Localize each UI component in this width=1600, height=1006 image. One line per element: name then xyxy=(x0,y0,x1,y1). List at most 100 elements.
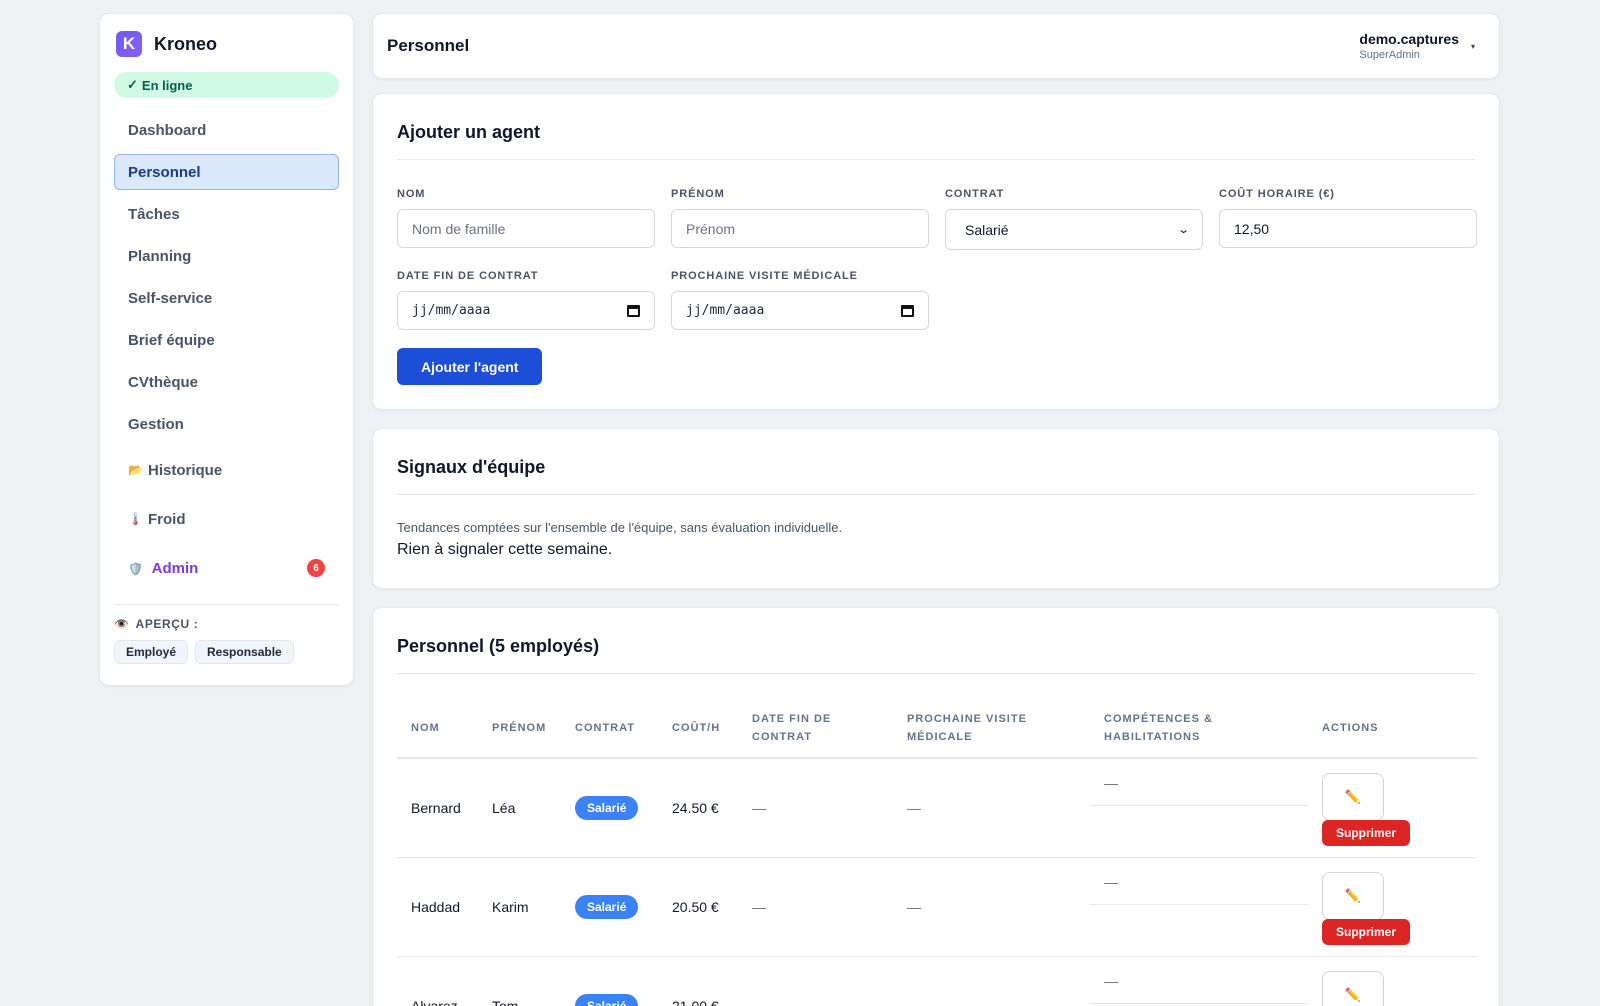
staff-list-card: Personnel (5 employés) NOM PRÉNOM CONTRA… xyxy=(372,607,1500,1006)
card-divider xyxy=(397,159,1475,160)
table-row: Bernard Léa Salarié 24.50 € — — — ✏️ Sup… xyxy=(397,758,1477,858)
cout-label: COÛT HORAIRE (€) xyxy=(1219,188,1335,200)
sidebar-item-gestion[interactable]: Gestion xyxy=(114,406,339,442)
online-status-badge: ✓ En ligne xyxy=(114,72,339,98)
sidebar-item-froid[interactable]: 🌡️ Froid xyxy=(114,497,339,541)
user-role: SuperAdmin xyxy=(1359,49,1420,61)
delete-button[interactable]: Supprimer xyxy=(1322,820,1411,846)
sidebar-item-self-service[interactable]: Self-service xyxy=(114,280,339,316)
cell-actions: ✏️ Supprimer xyxy=(1308,956,1477,1006)
sidebar-nav: Dashboard Personnel Tâches Planning Self… xyxy=(114,112,339,590)
add-agent-title: Ajouter un agent xyxy=(397,122,540,142)
check-icon: ✓ xyxy=(127,77,138,92)
edit-button[interactable]: ✏️ xyxy=(1322,773,1384,821)
cell-date-fin: — xyxy=(738,758,893,858)
thermometer-icon: 🌡️ xyxy=(128,512,143,526)
page-title: Personnel xyxy=(387,36,470,55)
sidebar: K Kroneo ✓ En ligne Dashboard Personnel … xyxy=(99,13,354,686)
row-divider xyxy=(1090,805,1308,806)
brand[interactable]: K Kroneo xyxy=(116,30,339,58)
cell-competences: — xyxy=(1090,956,1308,1006)
cell-date-fin: — xyxy=(738,956,893,1006)
cell-visite: — xyxy=(893,857,1090,957)
sidebar-item-dashboard[interactable]: Dashboard xyxy=(114,112,339,148)
row-divider xyxy=(1090,1002,1308,1004)
preview-title-label: APERÇU : xyxy=(135,617,199,631)
preview-employe-button[interactable]: Employé xyxy=(114,640,189,664)
add-agent-button[interactable]: Ajouter l'agent xyxy=(397,348,543,385)
prenom-input[interactable]: Prénom xyxy=(671,209,929,248)
cell-visite: — xyxy=(893,956,1090,1006)
sidebar-item-label: Gestion xyxy=(128,415,184,433)
delete-button[interactable]: Supprimer xyxy=(1322,918,1411,945)
sidebar-item-historique[interactable]: 📂 Historique xyxy=(114,448,339,492)
contrat-select[interactable]: Salarié ⌄ xyxy=(945,209,1203,250)
sidebar-item-taches[interactable]: Tâches xyxy=(114,196,339,232)
card-divider xyxy=(397,494,1475,495)
sidebar-item-label: Personnel xyxy=(128,163,201,181)
cell-nom: Alvarez xyxy=(397,956,478,1006)
cell-contrat: Salarié xyxy=(561,956,658,1006)
column-header[interactable]: PRÉNOM xyxy=(478,698,561,759)
team-signals-text: Rien à signaler cette semaine. xyxy=(397,541,613,558)
edit-button[interactable]: ✏️ xyxy=(1322,871,1384,920)
cell-nom: Bernard xyxy=(397,758,478,858)
cell-competences: — xyxy=(1090,857,1308,957)
user-menu[interactable]: demo.captures SuperAdmin ▾ xyxy=(1359,31,1475,61)
card-divider xyxy=(397,673,1475,674)
visite-placeholder: jj/mm/aaaa xyxy=(686,303,765,318)
edit-button[interactable]: ✏️ xyxy=(1322,970,1384,1006)
preview-responsable-button[interactable]: Responsable xyxy=(195,640,294,664)
table-header-row: NOM PRÉNOM CONTRAT COÛT/H DATE FIN DE CO… xyxy=(397,698,1477,759)
cell-actions: ✏️ Supprimer xyxy=(1308,758,1477,858)
online-status-label: En ligne xyxy=(141,77,193,93)
top-bar: Personnel demo.captures SuperAdmin ▾ xyxy=(372,13,1500,79)
contrat-label: CONTRAT xyxy=(945,188,1005,200)
pencil-icon: ✏️ xyxy=(1344,986,1362,1002)
cout-field-group: COÛT HORAIRE (€) 12,50 xyxy=(1219,188,1477,248)
chevron-down-icon: ⌄ xyxy=(1176,224,1190,236)
date-fin-input[interactable]: jj/mm/aaaa xyxy=(397,291,655,330)
cell-prenom: Tom xyxy=(478,956,561,1006)
column-header[interactable]: CONTRAT xyxy=(561,698,658,759)
pencil-icon: ✏️ xyxy=(1344,789,1362,804)
shield-icon: 🛡️ xyxy=(128,561,143,576)
cout-horaire-input[interactable]: 12,50 xyxy=(1219,209,1477,248)
competences-value: — xyxy=(1104,873,1118,890)
cell-cout: 21.00 € xyxy=(658,956,738,1006)
column-header[interactable]: COMPÉTENCES & HABILITATIONS xyxy=(1090,698,1308,759)
sidebar-item-label: Planning xyxy=(128,247,192,265)
table-row: Alvarez Tom Salarié 21.00 € — — — ✏️ Sup… xyxy=(397,956,1477,1006)
column-header[interactable]: COÛT/H xyxy=(658,698,738,759)
visite-medicale-input[interactable]: jj/mm/aaaa xyxy=(671,291,929,330)
row-divider xyxy=(1090,903,1308,905)
calendar-icon[interactable] xyxy=(627,304,640,317)
competences-value: — xyxy=(1104,775,1118,791)
cell-competences: — xyxy=(1090,758,1308,858)
staff-table: NOM PRÉNOM CONTRAT COÛT/H DATE FIN DE CO… xyxy=(397,698,1477,1006)
sidebar-item-planning[interactable]: Planning xyxy=(114,238,339,274)
sidebar-item-admin[interactable]: 🛡️ Admin 6 xyxy=(114,546,339,590)
sidebar-item-brief-equipe[interactable]: Brief équipe xyxy=(114,322,339,358)
visite-label: PROCHAINE VISITE MÉDICALE xyxy=(671,270,858,282)
cell-date-fin: — xyxy=(738,857,893,957)
sidebar-item-label: Tâches xyxy=(128,205,180,223)
column-header[interactable]: NOM xyxy=(397,698,478,759)
contrat-select-value: Salarié xyxy=(965,221,1009,238)
sidebar-item-label: Admin xyxy=(151,559,199,577)
cell-nom: Haddad xyxy=(397,857,478,957)
team-signals-title: Signaux d'équipe xyxy=(397,457,546,477)
user-name: demo.captures xyxy=(1359,31,1459,47)
nom-input[interactable]: Nom de famille xyxy=(397,209,655,248)
sidebar-item-personnel[interactable]: Personnel xyxy=(114,154,339,190)
sidebar-item-cvtheque[interactable]: CVthèque xyxy=(114,364,339,400)
column-header[interactable]: DATE FIN DE CONTRAT xyxy=(738,698,893,759)
calendar-icon[interactable] xyxy=(901,304,914,317)
cell-cout: 24.50 € xyxy=(658,758,738,858)
sidebar-item-label: Froid xyxy=(148,510,186,528)
column-header[interactable]: PROCHAINE VISITE MÉDICALE xyxy=(893,698,1090,759)
cell-contrat: Salarié xyxy=(561,857,658,957)
contrat-field-group: CONTRAT Salarié ⌄ xyxy=(945,188,1203,250)
cell-cout: 20.50 € xyxy=(658,857,738,957)
pencil-icon: ✏️ xyxy=(1344,887,1362,903)
